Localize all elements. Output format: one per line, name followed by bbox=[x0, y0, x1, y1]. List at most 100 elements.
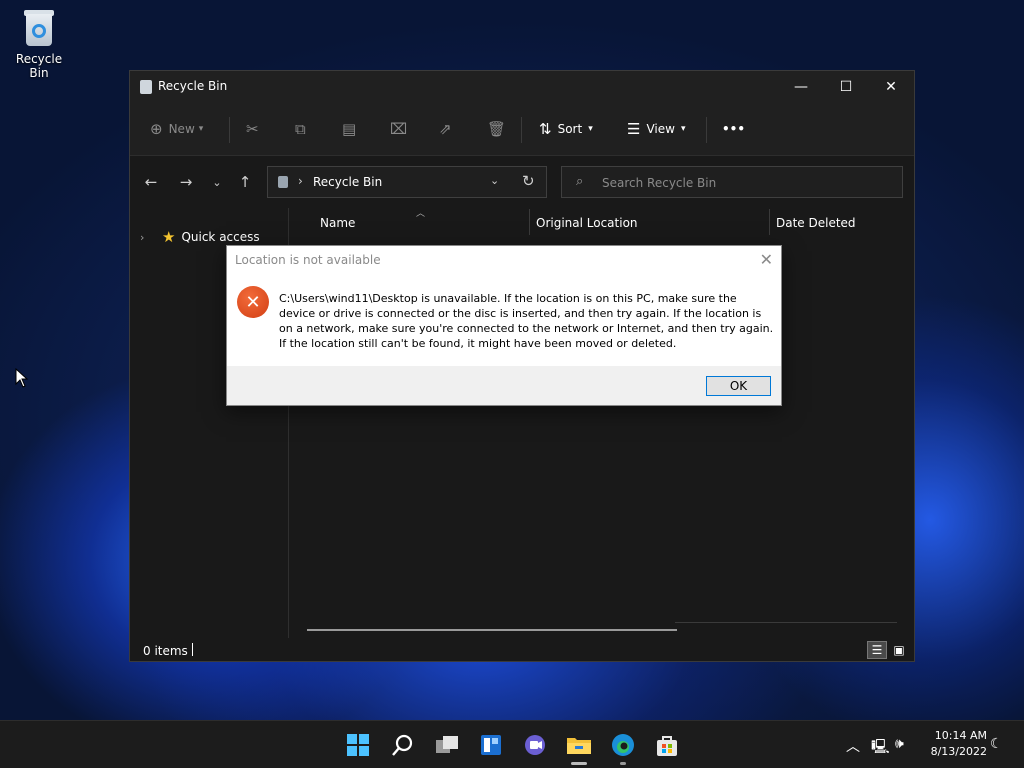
status-bar: 0 items ☰ ▣ bbox=[130, 638, 914, 661]
toolbar-divider bbox=[229, 117, 230, 143]
view-button[interactable]: ☰ View ▾ bbox=[627, 115, 685, 143]
star-icon: ★ bbox=[162, 228, 176, 246]
address-text[interactable]: Recycle Bin bbox=[313, 175, 382, 189]
chevron-down-icon: ▾ bbox=[588, 124, 593, 134]
folder-icon bbox=[567, 738, 591, 754]
desktop-icon-label: Recycle Bin bbox=[15, 52, 63, 80]
sort-button[interactable]: ⇅ Sort ▾ bbox=[539, 115, 593, 143]
teams-chat-button[interactable] bbox=[519, 729, 551, 761]
speaker-icon: 🕪 bbox=[895, 736, 904, 752]
recycle-bin-small-icon bbox=[140, 80, 152, 94]
item-count: 0 items bbox=[143, 644, 188, 658]
close-button[interactable]: ✕ bbox=[868, 71, 914, 103]
task-view-icon bbox=[436, 736, 458, 753]
clock-date: 8/13/2022 bbox=[930, 745, 987, 758]
sort-arrows-icon: ⇅ bbox=[539, 120, 552, 138]
rename-icon: ⌧ bbox=[390, 120, 408, 138]
minimize-icon: — bbox=[794, 79, 808, 95]
error-icon: ✕ bbox=[237, 286, 269, 318]
edge-icon bbox=[612, 734, 634, 756]
see-more-button[interactable]: ••• bbox=[722, 115, 745, 143]
column-divider[interactable] bbox=[529, 209, 530, 235]
column-header-date-deleted[interactable]: Date Deleted bbox=[776, 216, 856, 230]
show-hidden-icons-button[interactable]: ︿ bbox=[846, 736, 860, 756]
windows-logo-icon bbox=[347, 734, 369, 756]
network-button[interactable]: 🖳 bbox=[871, 736, 890, 760]
widgets-button[interactable] bbox=[475, 729, 507, 761]
edge-browser-button[interactable] bbox=[607, 729, 639, 765]
search-icon bbox=[392, 734, 413, 756]
clock[interactable]: 10:14 AM 8/13/2022 bbox=[915, 728, 987, 760]
rename-button[interactable]: ⌧ bbox=[390, 115, 413, 143]
window-title: Recycle Bin bbox=[158, 79, 228, 93]
maximize-icon: ☐ bbox=[839, 79, 853, 95]
notification-button[interactable]: ☾ bbox=[990, 736, 1003, 752]
details-view-icon: ☰ bbox=[871, 643, 883, 657]
network-icon: 🖳 bbox=[871, 739, 890, 755]
maximize-button[interactable]: ☐ bbox=[823, 71, 869, 103]
title-bar[interactable]: Recycle Bin — ☐ ✕ bbox=[130, 71, 914, 103]
tiles-view-icon: ▣ bbox=[893, 643, 905, 657]
back-button[interactable]: ← bbox=[140, 171, 162, 193]
start-button[interactable] bbox=[342, 729, 374, 761]
share-icon: ⇗ bbox=[439, 120, 452, 138]
arrow-right-icon: → bbox=[179, 173, 193, 191]
share-button[interactable]: ⇗ bbox=[439, 115, 458, 143]
copy-icon: ⧉ bbox=[295, 120, 306, 138]
new-button[interactable]: ⊕ New ▾ bbox=[150, 115, 203, 143]
minimize-button[interactable]: — bbox=[778, 71, 824, 103]
running-indicator bbox=[620, 762, 626, 765]
ok-button[interactable]: OK bbox=[706, 376, 771, 396]
dialog-title: Location is not available bbox=[235, 253, 381, 267]
cut-button[interactable]: ✂ bbox=[246, 115, 265, 143]
dialog-message: C:\Users\wind11\Desktop is unavailable. … bbox=[279, 292, 774, 350]
command-bar: ⊕ New ▾ ✂ ⧉ ▤ ⌧ ⇗ 🗑 ⇅ Sort ▾ ☰ View ▾ ••… bbox=[130, 103, 914, 156]
paste-icon: ▤ bbox=[342, 120, 357, 138]
search-taskbar-button[interactable] bbox=[387, 729, 419, 761]
delete-button[interactable]: 🗑 bbox=[487, 115, 512, 143]
up-button[interactable]: ↑ bbox=[234, 171, 256, 193]
moon-icon: ☾ bbox=[990, 736, 1003, 752]
recycle-bin-desktop-icon[interactable]: Recycle Bin bbox=[6, 8, 72, 80]
toolbar-divider bbox=[521, 117, 522, 143]
recycle-bin-small-icon bbox=[278, 176, 288, 188]
chat-icon bbox=[525, 735, 545, 755]
forward-button[interactable]: → bbox=[175, 171, 197, 193]
chevron-down-icon: ▾ bbox=[198, 124, 204, 134]
address-bar[interactable]: › Recycle Bin ⌄ ↻ bbox=[267, 166, 547, 198]
column-header-original-location[interactable]: Original Location bbox=[536, 216, 638, 230]
recent-locations-button[interactable]: ⌄ bbox=[206, 171, 228, 193]
status-divider bbox=[192, 643, 193, 656]
error-dialog: Location is not available ✕ ✕ C:\Users\w… bbox=[226, 245, 782, 406]
file-explorer-taskbar-button[interactable] bbox=[563, 729, 595, 765]
sort-indicator-icon: ︿ bbox=[416, 209, 426, 219]
store-button[interactable] bbox=[651, 729, 683, 761]
dialog-close-button[interactable]: ✕ bbox=[760, 250, 773, 269]
column-divider[interactable] bbox=[769, 209, 770, 235]
view-lines-icon: ☰ bbox=[627, 120, 641, 138]
clock-time: 10:14 AM bbox=[934, 729, 987, 742]
horizontal-scrollbar[interactable] bbox=[307, 629, 677, 631]
plus-circle-icon: ⊕ bbox=[150, 120, 163, 138]
task-view-button[interactable] bbox=[431, 729, 463, 761]
column-header-name[interactable]: Name bbox=[320, 216, 355, 230]
sidebar-item-quick-access[interactable]: › ★ Quick access bbox=[140, 228, 260, 246]
sidebar-item-label: Quick access bbox=[181, 230, 260, 244]
search-box[interactable]: ⌕ bbox=[561, 166, 903, 198]
volume-button[interactable]: 🕪 bbox=[895, 736, 904, 752]
copy-button[interactable]: ⧉ bbox=[295, 115, 312, 143]
chevron-down-icon: ▾ bbox=[680, 124, 686, 134]
paste-button[interactable]: ▤ bbox=[342, 115, 362, 143]
close-icon: ✕ bbox=[759, 250, 773, 269]
arrow-left-icon: ← bbox=[144, 173, 158, 191]
refresh-button[interactable]: ↻ bbox=[522, 172, 535, 190]
navigation-row: ← → ⌄ ↑ › Recycle Bin ⌄ ↻ ⌕ bbox=[130, 156, 914, 208]
recycle-bin-icon bbox=[22, 8, 56, 48]
new-label: New bbox=[168, 122, 195, 136]
details-view-button[interactable]: ☰ bbox=[867, 641, 887, 659]
address-dropdown-button[interactable]: ⌄ bbox=[490, 174, 499, 187]
large-icons-view-button[interactable]: ▣ bbox=[889, 641, 909, 659]
search-input[interactable] bbox=[600, 173, 884, 193]
chevron-right-icon[interactable]: › bbox=[140, 231, 162, 244]
view-label: View bbox=[646, 122, 675, 136]
